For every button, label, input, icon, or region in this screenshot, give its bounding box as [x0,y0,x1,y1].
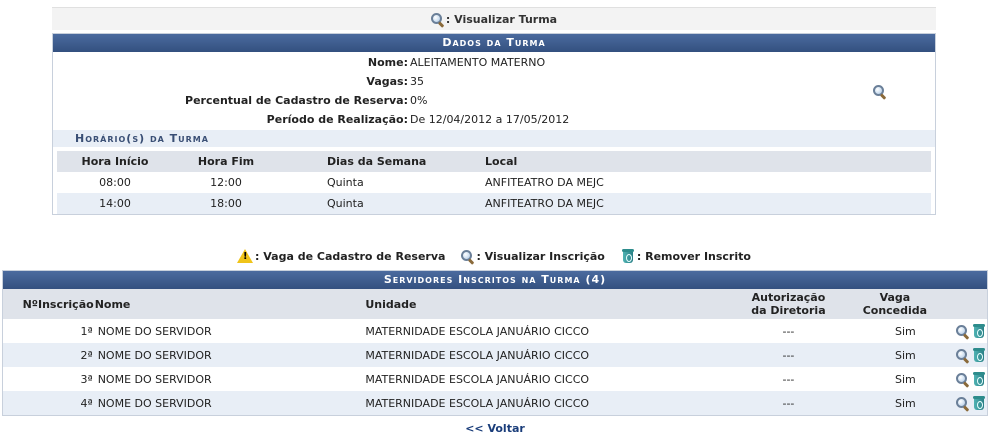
header-line: da Diretoria [751,304,826,317]
field-periodo: Período de Realização: De 12/04/2012 a 1… [53,110,935,129]
view-turma-magnifier-icon[interactable] [873,85,887,100]
cell-inicio: 08:00 [99,176,131,189]
panel-caption: Dados da Turma [53,34,935,52]
cell-fim: 12:00 [210,176,242,189]
cell-dias: Quinta [279,193,484,214]
cell-vaga: Sim [895,372,916,386]
col-hora-inicio: Hora Início [57,151,173,172]
cell-vaga: Sim [835,391,955,415]
table-row: 3ª NOME DO SERVIDOR MATERNIDADE ESCOLA J… [3,367,987,391]
cell-nome: NOME DO SERVIDOR [97,324,212,338]
table-row: 1ª NOME DO SERVIDOR MATERNIDADE ESCOLA J… [3,319,987,343]
cell-num: 4ª [3,391,94,415]
col-local: Local [484,151,931,172]
legend-reserva: : Vaga de Cadastro de Reserva [237,249,445,263]
remove-inscrito-icon[interactable] [972,347,986,363]
field-value: 35 [410,75,424,88]
dados-da-turma-panel: Dados da Turma Nome: ALEITAMENTO MATERNO… [52,33,936,215]
cell-local: ANFITEATRO DA MEJC [484,193,931,214]
col-vaga: Vaga Concedida [835,289,955,319]
cell-dias: Quinta [327,176,364,189]
header-line: Concedida [862,304,928,317]
col-autorizacao: Autorização da Diretoria [741,289,836,319]
cell-inicio: 14:00 [57,193,173,214]
inscritos-panel: Servidores Inscritos na Turma (4) NºInsc… [2,270,988,416]
legend-visualizar: : Visualizar Inscrição [461,249,605,265]
col-num: NºInscrição [3,289,94,319]
trash-icon [621,248,635,264]
field-value: De 12/04/2012 a 17/05/2012 [410,113,570,126]
turma-info: Nome: ALEITAMENTO MATERNO Vagas: 35 Perc… [53,52,935,130]
field-label: Percentual de Cadastro de Reserva: [185,94,408,107]
table-row: 14:00 18:00 Quinta ANFITEATRO DA MEJC [57,193,931,214]
warning-icon [237,249,254,263]
cell-num: 1ª [80,324,93,338]
table-row: 08:00 12:00 Quinta ANFITEATRO DA MEJC [57,172,931,193]
cell-nome: NOME DO SERVIDOR [93,391,365,415]
panel-caption: Servidores Inscritos na Turma (4) [3,271,987,289]
col-actions [954,289,987,319]
field-label: Vagas: [366,75,408,88]
field-value: ALEITAMENTO MATERNO [410,56,546,69]
table-row: 2ª NOME DO SERVIDOR MATERNIDADE ESCOLA J… [3,343,987,367]
cell-autorizacao: --- [782,372,795,386]
legend-label: : Visualizar Inscrição [476,249,605,263]
voltar-link[interactable]: << Voltar [465,422,525,435]
row-actions [954,343,987,367]
remove-inscrito-icon[interactable] [972,371,986,387]
remove-inscrito-icon[interactable] [972,323,986,339]
field-nome: Nome: ALEITAMENTO MATERNO [53,53,935,72]
header-line: Autorização [751,291,826,304]
view-inscricao-icon[interactable] [955,324,969,340]
row-actions [955,319,988,343]
cell-fim: 18:00 [173,193,279,214]
horarios-table: Hora Início Hora Fim Dias da Semana Loca… [57,151,931,214]
col-dias: Dias da Semana [279,151,484,172]
cell-nome: NOME DO SERVIDOR [97,372,212,386]
field-percentual: Percentual de Cadastro de Reserva: 0% [53,91,935,110]
legend-label: : Vaga de Cadastro de Reserva [255,249,446,263]
row-actions [954,391,987,415]
magnifier-icon [461,249,475,265]
cell-local: ANFITEATRO DA MEJC [485,176,604,189]
cell-autorizacao: --- [782,324,795,338]
magnifier-icon [430,12,445,28]
cell-autorizacao: --- [741,391,836,415]
legend-remover: : Remover Inscrito [621,248,751,264]
remove-inscrito-icon[interactable] [972,395,986,411]
visualizar-turma-legend: : Visualizar Turma [52,7,936,30]
cell-unidade: MATERNIDADE ESCOLA JANUÁRIO CICCO [365,372,590,386]
cell-nome: NOME DO SERVIDOR [93,343,365,367]
col-hora-fim: Hora Fim [173,151,279,172]
inscritos-table: NºInscrição Nome Unidade Autorização da … [3,289,987,415]
header-line: Vaga [879,291,911,304]
field-label: Período de Realização: [266,113,408,126]
view-inscricao-icon[interactable] [955,348,969,364]
voltar-link-row: << Voltar [0,422,990,435]
field-label: Nome: [367,56,408,69]
cell-num: 3ª [80,372,93,386]
field-vagas: Vagas: 35 [53,72,935,91]
cell-vaga: Sim [835,343,955,367]
view-inscricao-icon[interactable] [955,396,969,412]
col-nome: Nome [93,289,365,319]
field-value: 0% [410,94,428,107]
cell-vaga: Sim [895,324,916,338]
horarios-caption: Horário(s) da Turma [53,130,935,147]
legend-label: : Remover Inscrito [636,249,751,263]
view-inscricao-icon[interactable] [955,372,969,388]
cell-unidade: MATERNIDADE ESCOLA JANUÁRIO CICCO [364,343,742,367]
cell-num: 2ª [3,343,94,367]
row-actions [955,367,988,391]
inscritos-legend: : Vaga de Cadastro de Reserva : Visualiz… [2,244,986,268]
cell-unidade: MATERNIDADE ESCOLA JANUÁRIO CICCO [365,324,590,338]
cell-autorizacao: --- [741,343,836,367]
table-row: 4ª NOME DO SERVIDOR MATERNIDADE ESCOLA J… [3,391,987,415]
cell-unidade: MATERNIDADE ESCOLA JANUÁRIO CICCO [364,391,742,415]
col-unidade: Unidade [364,289,742,319]
legend-label: : Visualizar Turma [445,12,558,26]
